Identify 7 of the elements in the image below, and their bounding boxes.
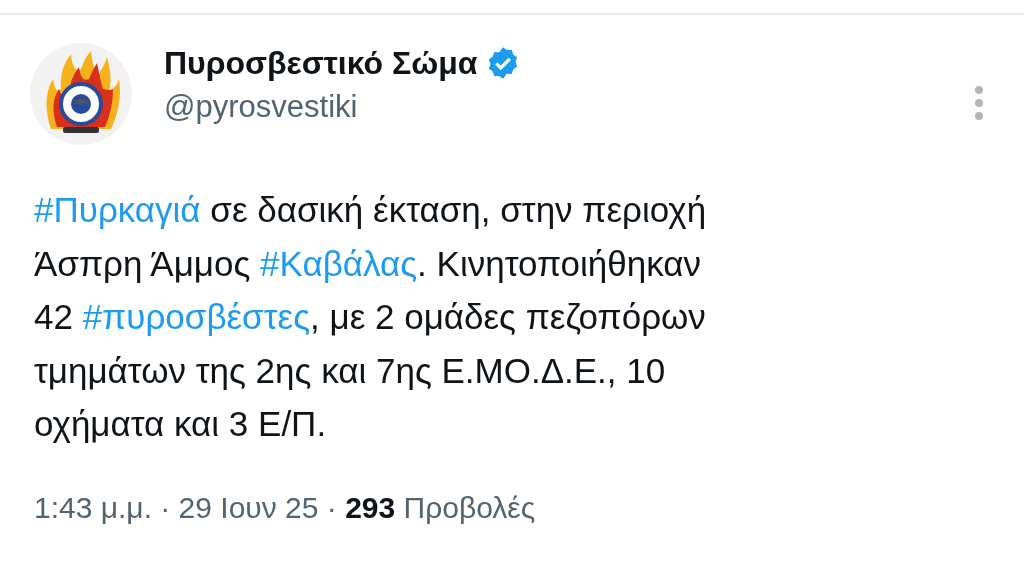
hashtag-link[interactable]: #Καβάλας (260, 243, 418, 283)
account-handle: @pyrosvestiki (164, 88, 359, 126)
tweet-text: #Πυρκαγιά σε δασική έκταση, στην περιοχή Άσπρη Άμμος #Καβάλας. Κινητοποιήθηκαν 42 #πυροσβέστες, με 2 ομάδες πεζοπόρων τμημάτων της 2ης και 7ης Ε.ΜΟ.Δ.Ε., 10 οχήματα και 3 Ε/Π. (33, 189, 708, 445)
tweet-meta: 1:43 μ.μ. · 29 Ιουν 25 · 293 Προβολές (34, 490, 536, 524)
account-name: Πυροσβεστικό Σώμα (164, 44, 478, 83)
hashtag-link[interactable]: #πυροσβέστες (82, 297, 311, 336)
hashtag-link[interactable]: #Πυρκαγιά (34, 190, 201, 229)
